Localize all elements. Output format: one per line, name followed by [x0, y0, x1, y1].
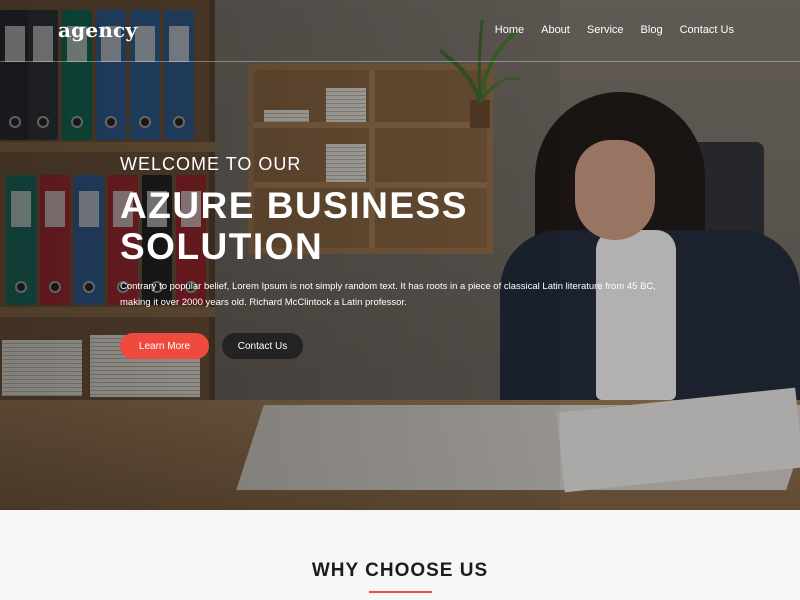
- hero-section: agency Home About Service Blog Contact U…: [0, 0, 800, 510]
- hero-welcome-text: WELCOME TO OUR: [120, 154, 302, 174]
- hero-headline-line-2: SOLUTION: [120, 226, 324, 267]
- main-nav: Home About Service Blog Contact Us: [478, 24, 734, 36]
- hero-headline-line-1: AZURE BUSINESS: [120, 185, 468, 226]
- navbar: agency Home About Service Blog Contact U…: [0, 0, 800, 62]
- why-choose-us-section: WHY CHOOSE US: [0, 510, 800, 600]
- title-underline: [369, 591, 432, 593]
- nav-item-home[interactable]: Home: [495, 24, 524, 36]
- nav-item-contact-us[interactable]: Contact Us: [680, 24, 734, 36]
- nav-item-service[interactable]: Service: [587, 24, 624, 36]
- nav-item-about[interactable]: About: [541, 24, 570, 36]
- hero-content: WELCOME TO OUR AZURE BUSINESS SOLUTION C…: [120, 154, 690, 359]
- hero-intro-text: Contrary to popular belief, Lorem Ipsum …: [120, 281, 656, 308]
- agency-logo[interactable]: agency: [58, 18, 137, 42]
- contact-us-button[interactable]: Contact Us: [222, 333, 303, 359]
- hero-headline: AZURE BUSINESS SOLUTION: [120, 185, 690, 267]
- nav-item-blog[interactable]: Blog: [641, 24, 663, 36]
- why-choose-us-title: WHY CHOOSE US: [311, 560, 489, 581]
- learn-more-button[interactable]: Learn More: [120, 333, 209, 359]
